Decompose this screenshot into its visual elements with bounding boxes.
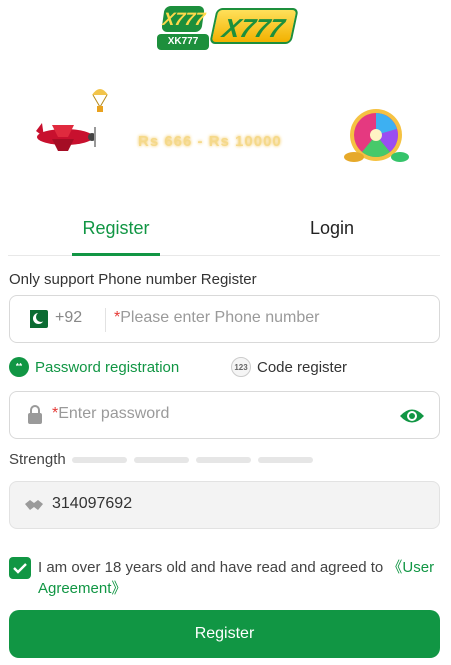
tab-login[interactable]: Login	[224, 210, 440, 256]
code-register-option[interactable]: 123 Code register	[231, 357, 347, 377]
logo-small: X777 XK777	[157, 6, 209, 50]
code-mode-label: Code register	[257, 358, 348, 376]
parachute-icon	[92, 89, 108, 112]
phone-field[interactable]: +92 *Please enter Phone number	[9, 295, 440, 343]
field-divider	[105, 308, 106, 332]
strength-label: Strength	[9, 451, 66, 468]
airplane-icon	[36, 123, 96, 151]
check-icon	[13, 563, 27, 574]
logo-big-mark: X777	[209, 8, 299, 44]
banner-text: Rs 666 - Rs 10000	[138, 133, 282, 150]
tab-active-indicator	[72, 253, 160, 256]
phone-placeholder: *Please enter Phone number	[114, 309, 320, 326]
password-placeholder: *Enter password	[52, 405, 170, 422]
invite-code-field[interactable]: 314097692	[9, 481, 440, 529]
eye-icon[interactable]	[399, 407, 425, 425]
invite-code-value: 314097692	[52, 495, 133, 512]
agreement-text: I am over 18 years old and have read and…	[38, 559, 435, 597]
code-mode-icon: 123	[231, 357, 251, 377]
auth-tabs: Register Login	[8, 210, 440, 256]
strength-bar	[196, 457, 251, 463]
password-registration-option[interactable]: ** Password registration	[9, 357, 179, 377]
register-button[interactable]: Register	[9, 610, 440, 658]
agree-checkbox[interactable]	[9, 557, 31, 579]
tab-register[interactable]: Register	[8, 210, 224, 256]
handshake-icon	[25, 500, 43, 510]
logo-small-tag: XK777	[157, 34, 209, 50]
lock-icon	[28, 405, 42, 424]
password-mode-icon: **	[9, 357, 29, 377]
logo-small-mark: X777	[161, 6, 206, 32]
app-logo: X777 XK777 X777	[157, 4, 299, 52]
password-mode-label: Password registration	[35, 358, 180, 376]
strength-bar	[134, 457, 189, 463]
pakistan-flag-icon[interactable]	[24, 310, 48, 328]
password-field[interactable]: *Enter password	[9, 391, 440, 439]
promo-banner: Rs 666 - Rs 10000	[28, 85, 428, 170]
strength-bar	[258, 457, 313, 463]
prize-wheel-icon	[344, 109, 409, 162]
register-hint: Only support Phone number Register	[9, 271, 257, 288]
country-code[interactable]: +92	[55, 309, 82, 327]
strength-bar	[72, 457, 127, 463]
